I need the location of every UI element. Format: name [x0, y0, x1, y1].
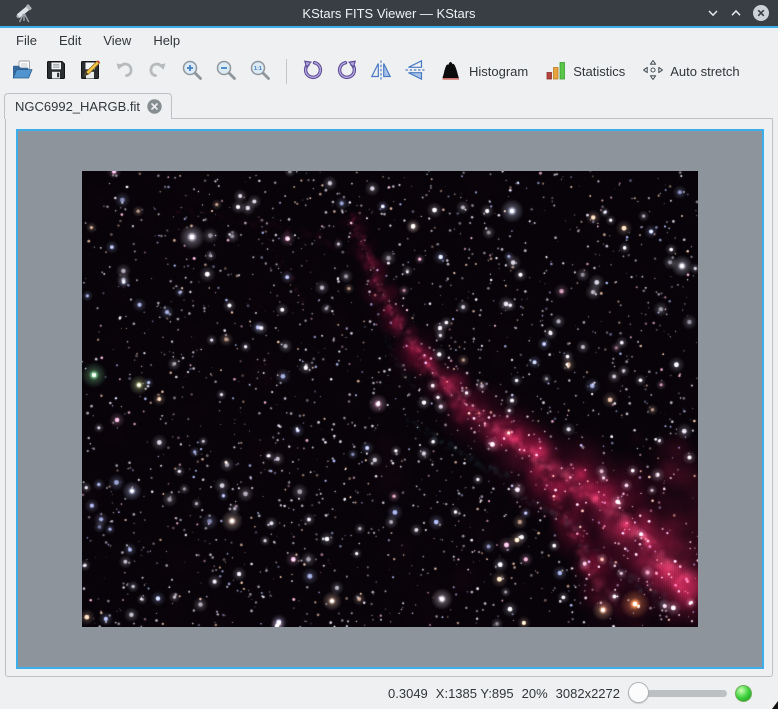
tab-ngc6992-hargb[interactable]: NGC6992_HARGB.fit: [4, 93, 172, 119]
undo-arrow-icon: [112, 58, 136, 85]
flip-vertical-button[interactable]: [401, 57, 429, 85]
menu-file[interactable]: File: [8, 31, 45, 50]
histogram-button[interactable]: Histogram: [435, 57, 533, 85]
tab-close-button[interactable]: [147, 99, 162, 114]
histogram-icon: [440, 58, 464, 85]
zoom-level: 20%: [522, 686, 548, 701]
minimize-button[interactable]: [706, 6, 720, 20]
menubar: File Edit View Help: [0, 28, 778, 52]
image-scroll-area: [16, 129, 764, 669]
svg-text:1:1: 1:1: [254, 66, 262, 72]
pixel-value: 0.3049: [388, 686, 428, 701]
undo-button[interactable]: [110, 57, 138, 85]
maximize-button[interactable]: [729, 6, 743, 20]
zoom-in-button[interactable]: [178, 57, 206, 85]
histogram-label: Histogram: [469, 64, 528, 79]
rotate-counterclockwise-icon: [301, 58, 325, 85]
flip-horizontal-button[interactable]: [367, 57, 395, 85]
zoom-slider[interactable]: [628, 682, 727, 704]
close-button[interactable]: [752, 4, 770, 22]
tab-label: NGC6992_HARGB.fit: [15, 99, 140, 114]
rotate-clockwise-icon: [335, 58, 359, 85]
menu-edit[interactable]: Edit: [51, 31, 89, 50]
image-resolution: 3082x2272: [556, 686, 620, 701]
redo-arrow-icon: [146, 58, 170, 85]
toolbar: 1:1: [0, 52, 778, 90]
zoom-original-button[interactable]: 1:1: [246, 57, 274, 85]
folder-open-icon: [10, 58, 34, 85]
zoom-in-icon: [180, 58, 204, 85]
toolbar-separator: [286, 59, 287, 84]
statistics-bars-icon: [544, 58, 568, 85]
save-as-button[interactable]: [76, 57, 104, 85]
redo-button[interactable]: [144, 57, 172, 85]
auto-stretch-arrows-icon: [641, 58, 665, 85]
flip-horizontal-icon: [369, 58, 393, 85]
flip-vertical-icon: [403, 58, 427, 85]
floppy-save-icon: [44, 58, 68, 85]
zoom-out-button[interactable]: [212, 57, 240, 85]
statistics-label: Statistics: [573, 64, 625, 79]
rotate-cw-button[interactable]: [333, 57, 361, 85]
menu-view[interactable]: View: [95, 31, 139, 50]
open-file-button[interactable]: [8, 57, 36, 85]
floppy-save-as-pencil-icon: [78, 58, 102, 85]
auto-stretch-button[interactable]: Auto stretch: [636, 57, 744, 85]
rotate-ccw-button[interactable]: [299, 57, 327, 85]
auto-stretch-label: Auto stretch: [670, 64, 739, 79]
fits-image[interactable]: [82, 171, 698, 627]
tab-pane: [5, 118, 773, 677]
menu-help[interactable]: Help: [145, 31, 188, 50]
statusbar: 0.3049 X:1385 Y:895 20% 3082x2272: [0, 677, 778, 709]
kstars-telescope-icon: [14, 2, 38, 27]
zoom-slider-handle[interactable]: [628, 682, 649, 703]
zoom-1-1-icon: 1:1: [248, 58, 272, 85]
status-led: [735, 685, 752, 702]
zoom-out-icon: [214, 58, 238, 85]
cursor-position: X:1385 Y:895: [436, 686, 514, 701]
mouse-cursor: [772, 701, 778, 709]
statistics-button[interactable]: Statistics: [539, 57, 630, 85]
window-title: KStars FITS Viewer — KStars: [0, 6, 778, 21]
kstars-fits-viewer-window: KStars FITS Viewer — KStars File Edit Vi…: [0, 0, 778, 709]
titlebar[interactable]: KStars FITS Viewer — KStars: [0, 0, 778, 26]
tabbar: NGC6992_HARGB.fit: [0, 90, 778, 118]
save-button[interactable]: [42, 57, 70, 85]
